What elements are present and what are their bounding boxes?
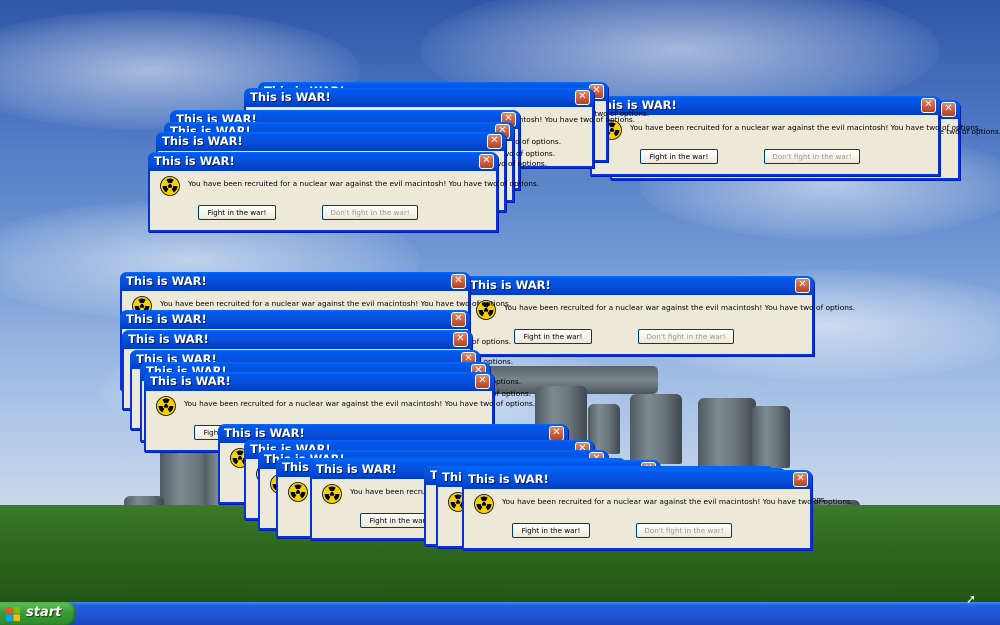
radiation-icon [160, 176, 180, 196]
dialog-message: You have been recruited for a nuclear wa… [502, 497, 854, 506]
dialog-titlebar[interactable]: This is WAR! ✕ [156, 132, 506, 151]
close-icon[interactable]: ✕ [793, 472, 808, 487]
war-dialog[interactable]: This is WAR! ✕ You have been recruited f… [462, 470, 853, 550]
dialog-title: This is WAR! [126, 312, 207, 326]
dialog-title: This is WAR! [224, 426, 305, 440]
fight-button[interactable]: Fight in the war! [640, 149, 718, 164]
dialog-message: You have been recruited for a nuclear wa… [504, 303, 856, 312]
dont-fight-button[interactable]: Don't fight in the war! [638, 329, 734, 344]
standing-stone [698, 398, 756, 470]
dont-fight-button[interactable]: Don't fight in the war! [636, 523, 732, 538]
close-icon[interactable]: ✕ [451, 274, 466, 289]
dialog-message: You have been recruited for a nuclear wa… [160, 299, 512, 308]
dialog-titlebar[interactable]: This is WAR! ✕ [464, 276, 814, 295]
taskbar [0, 602, 1000, 625]
close-icon[interactable]: ✕ [475, 374, 490, 389]
standing-stone [752, 406, 790, 468]
close-icon[interactable]: ✕ [451, 312, 466, 327]
dialog-title: This is WAR! [128, 332, 209, 346]
close-icon[interactable]: ✕ [575, 90, 590, 105]
dialog-titlebar[interactable]: This is WAR! ✕ [462, 470, 812, 489]
dialog-message: You have been recruited for a nuclear wa… [184, 399, 536, 408]
close-icon[interactable]: ✕ [453, 332, 468, 347]
close-icon[interactable]: ✕ [479, 154, 494, 169]
dialog-title: This is WAR! [150, 374, 231, 388]
close-icon[interactable]: ✕ [795, 278, 810, 293]
dialog-title: This is WAR! [468, 472, 549, 486]
dialog-titlebar[interactable]: This is WAR! ✕ [122, 330, 472, 349]
radiation-icon [474, 494, 494, 514]
standing-stone [630, 394, 682, 464]
dialog-titlebar[interactable]: This is WAR! ✕ [120, 272, 470, 291]
dialog-titlebar[interactable]: This is WAR! ✕ [120, 310, 470, 329]
war-dialog[interactable]: This is WAR! ✕ You have been recruited f… [464, 276, 855, 356]
fight-button[interactable]: Fight in the war! [512, 523, 590, 538]
close-icon[interactable]: ✕ [921, 98, 936, 113]
war-dialog[interactable]: This is WAR! ✕ You have been recruited f… [148, 152, 539, 232]
dialog-title: This is WAR! [154, 154, 235, 168]
dialog-message: You have been recruited for a nuclear wa… [630, 123, 982, 132]
dialog-titlebar[interactable]: This is WAR! ✕ [244, 88, 594, 107]
close-icon[interactable]: ✕ [941, 102, 956, 117]
fight-button[interactable]: Fight in the war! [198, 205, 276, 220]
dialog-message: You have been recruited for a nuclear wa… [188, 179, 540, 188]
dialog-titlebar[interactable]: This is WAR! ✕ [148, 152, 498, 171]
start-button[interactable]: start [0, 602, 76, 625]
dialog-titlebar[interactable]: This is WAR! ✕ [144, 372, 494, 391]
dialog-title: This is WAR! [316, 462, 397, 476]
close-icon[interactable]: ✕ [549, 426, 564, 441]
radiation-icon [288, 482, 308, 502]
radiation-icon [156, 396, 176, 416]
dialog-title: This is WAR! [162, 134, 243, 148]
windows-logo-icon [6, 607, 20, 621]
dialog-title: This is WAR! [470, 278, 551, 292]
mouse-cursor-icon: ➚ [966, 592, 977, 606]
dont-fight-button[interactable]: Don't fight in the war! [764, 149, 860, 164]
fight-button[interactable]: Fight in the war! [514, 329, 592, 344]
war-dialog[interactable]: This is WAR! ✕ You have been recruited f… [590, 96, 981, 176]
start-label: start [26, 605, 62, 620]
dialog-title: This is WAR! [126, 274, 207, 288]
dont-fight-button[interactable]: Don't fight in the war! [322, 205, 418, 220]
dialog-title: This is WAR! [250, 90, 331, 104]
radiation-icon [322, 484, 342, 504]
close-icon[interactable]: ✕ [487, 134, 502, 149]
